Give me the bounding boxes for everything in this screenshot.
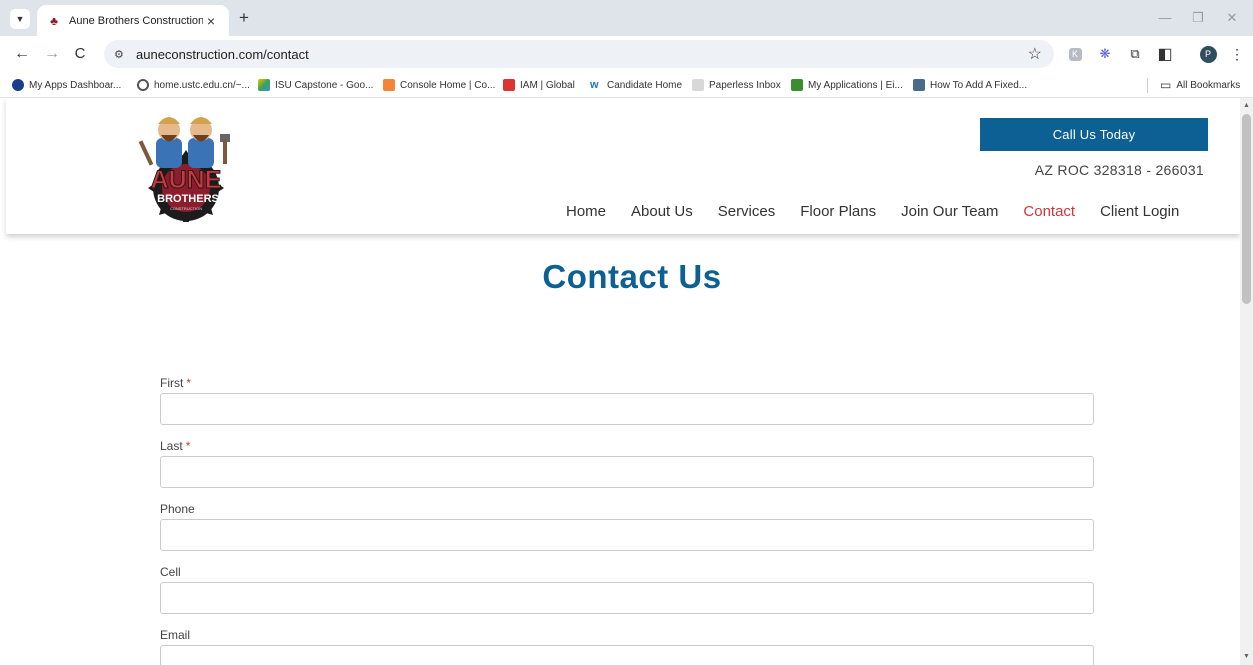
label-text: Last	[160, 439, 183, 453]
nav-services[interactable]: Services	[718, 203, 776, 223]
label-text: First	[160, 376, 184, 390]
all-bookmarks-button[interactable]: ▭ All Bookmarks	[1160, 77, 1240, 93]
label-text: Email	[160, 628, 191, 642]
forward-icon[interactable]: →	[42, 44, 62, 64]
nav-about-us[interactable]: About Us	[631, 203, 693, 223]
email-input[interactable]	[160, 645, 1094, 665]
bookmark-item[interactable]: w Candidate Home	[590, 77, 682, 93]
required-asterisk: *	[186, 376, 191, 390]
nav-join-our-team[interactable]: Join Our Team	[901, 203, 998, 223]
logo-subtitle: BROTHERS	[157, 193, 219, 205]
menu-kebab-icon[interactable]: ⋮	[1228, 45, 1246, 63]
new-tab-button[interactable]: +	[235, 9, 253, 27]
bookmark-label: Candidate Home	[607, 79, 683, 91]
bookmark-item[interactable]: ISU Capstone - Goo...	[258, 77, 373, 93]
side-panel-icon[interactable]: ◧	[1156, 45, 1174, 63]
page-scrollbar[interactable]: ▲ ▼	[1240, 98, 1253, 665]
bookmark-label: IAM | Global	[520, 79, 575, 91]
nav-home[interactable]: Home	[566, 203, 606, 223]
phone-input[interactable]	[160, 519, 1094, 551]
minimize-icon[interactable]: —	[1157, 10, 1173, 25]
scrollbar-thumb[interactable]	[1242, 114, 1251, 304]
browser-tabstrip: ▼ ♣ Aune Brothers Construction × + — ❐ ✕	[0, 0, 1253, 36]
site-header: AUNE BROTHERS CONSTRUCTION Call Us Today…	[6, 98, 1240, 234]
scroll-up-icon[interactable]: ▲	[1240, 100, 1253, 112]
bookmark-item[interactable]: home.ustc.edu.cn/~...	[137, 77, 250, 93]
extension-icon[interactable]: K	[1066, 45, 1084, 63]
page-title: Contact Us	[542, 258, 722, 295]
bookmark-favicon-icon	[12, 79, 24, 91]
bookmark-star-icon[interactable]: ☆	[1028, 44, 1042, 64]
scroll-down-icon[interactable]: ▼	[1240, 651, 1253, 663]
tab-search-button[interactable]: ▼	[10, 9, 30, 29]
label-text: Phone	[160, 502, 195, 516]
nav-floor-plans[interactable]: Floor Plans	[800, 203, 876, 223]
field-label-first: First *	[160, 376, 1094, 393]
browser-tab[interactable]: ♣ Aune Brothers Construction ×	[37, 5, 229, 36]
logo-tagline: CONSTRUCTION	[170, 206, 202, 211]
bookmark-label: My Applications | Ei...	[808, 79, 903, 91]
required-asterisk: *	[185, 439, 191, 453]
last-name-input[interactable]	[160, 456, 1094, 488]
url-text: auneconstruction.com/contact	[136, 46, 309, 62]
site-info-icon[interactable]: ⚙	[114, 48, 132, 61]
label-text: Cell	[160, 565, 181, 579]
first-name-input[interactable]	[160, 393, 1094, 425]
field-label-cell: Cell	[160, 565, 1094, 582]
contact-form: First * Last * Phone Cell Email	[160, 376, 1094, 665]
browser-toolbar: ← → C ⚙ auneconstruction.com/contact ☆ K…	[0, 36, 1253, 72]
profile-button[interactable]: P	[1199, 45, 1217, 63]
tab-title: Aune Brothers Construction	[69, 14, 203, 27]
nav-contact[interactable]: Contact	[1023, 203, 1075, 223]
tutorial-icon	[913, 79, 925, 91]
company-logo[interactable]: AUNE BROTHERS CONSTRUCTION	[138, 104, 234, 222]
workday-icon: w	[590, 79, 599, 91]
bookmark-item[interactable]: My Apps Dashboar...	[12, 77, 121, 93]
logo-title: AUNE	[151, 166, 222, 194]
bookmark-label: ISU Capstone - Goo...	[275, 79, 374, 91]
extension-flower-icon[interactable]: ❋	[1096, 45, 1114, 63]
bookmark-label: How To Add A Fixed...	[930, 79, 1028, 91]
restore-icon[interactable]: ❐	[1190, 10, 1206, 26]
main-navigation: Home About Us Services Floor Plans Join …	[566, 203, 1204, 223]
license-number: AZ ROC 328318 - 266031	[1034, 162, 1204, 178]
site-favicon-icon: ♣	[50, 13, 58, 28]
bookmark-item[interactable]: Paperless Inbox	[692, 77, 781, 93]
page-viewport: AUNE BROTHERS CONSTRUCTION Call Us Today…	[0, 98, 1240, 665]
chevron-down-icon: ▼	[15, 14, 25, 24]
aws-cube-icon	[383, 79, 395, 91]
bookmark-item[interactable]: Console Home | Co...	[383, 77, 495, 93]
all-bookmarks-label: All Bookmarks	[1176, 79, 1241, 91]
bookmark-item[interactable]: IAM | Global	[503, 77, 575, 93]
bookmark-item[interactable]: How To Add A Fixed...	[913, 77, 1027, 93]
bookmark-label: home.ustc.edu.cn/~...	[154, 79, 250, 91]
field-label-phone: Phone	[160, 502, 1094, 519]
close-icon[interactable]: ×	[203, 13, 219, 29]
address-bar[interactable]: ⚙ auneconstruction.com/contact ☆	[104, 40, 1054, 68]
john-deere-icon	[791, 79, 803, 91]
bookmarks-divider	[1147, 78, 1148, 93]
window-close-icon[interactable]: ✕	[1224, 10, 1240, 26]
call-us-button[interactable]: Call Us Today	[980, 118, 1208, 151]
google-drive-icon	[258, 79, 270, 91]
nav-client-login[interactable]: Client Login	[1100, 203, 1179, 223]
extension-k-icon: K	[1068, 47, 1082, 61]
folder-icon: ▭	[1160, 78, 1172, 92]
bookmark-label: Paperless Inbox	[709, 79, 781, 91]
extensions-puzzle-icon[interactable]: ⧉	[1126, 45, 1144, 63]
bookmark-label: My Apps Dashboar...	[29, 79, 122, 91]
paperless-icon	[692, 79, 704, 91]
reload-icon[interactable]: C	[70, 44, 90, 64]
cell-input[interactable]	[160, 582, 1094, 614]
field-label-email: Email	[160, 628, 1094, 645]
bookmark-item[interactable]: My Applications | Ei...	[791, 77, 903, 93]
bookmark-label: Console Home | Co...	[400, 79, 496, 91]
avatar: P	[1199, 45, 1217, 63]
bookmarks-bar: My Apps Dashboar... home.ustc.edu.cn/~..…	[0, 72, 1253, 98]
globe-icon	[137, 79, 149, 91]
field-label-last: Last *	[160, 439, 1094, 456]
iam-icon	[503, 79, 515, 91]
back-icon[interactable]: ←	[12, 44, 32, 64]
